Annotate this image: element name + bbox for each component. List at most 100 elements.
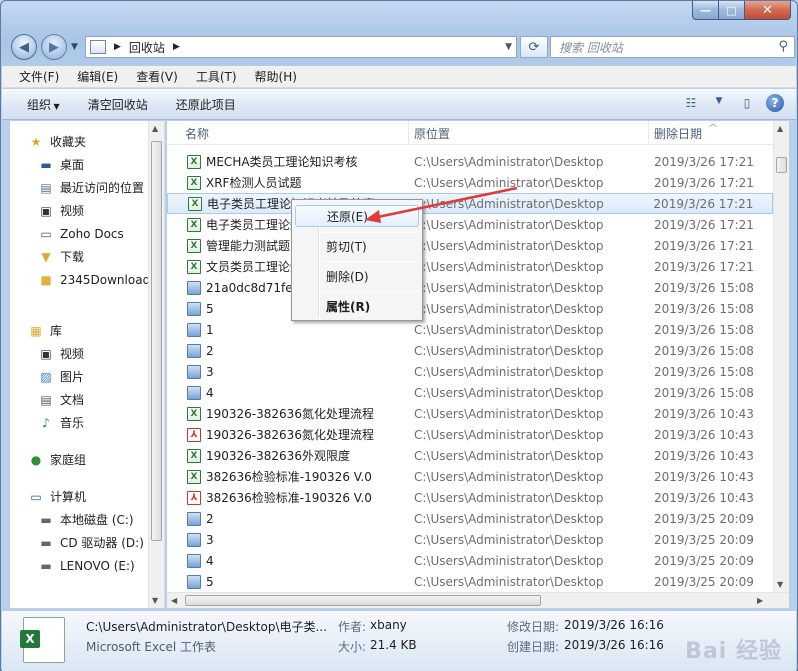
file-row[interactable]: X 电子类员工理论知识考核 C:\Users\Administrator\Deskt…	[167, 214, 773, 235]
minimize-button[interactable]: —	[692, 1, 719, 20]
file-row[interactable]: ⅄ 190326-382636氮化处理流程 C:\Users\Administrat…	[167, 424, 773, 445]
detail-author[interactable]: xbany	[370, 618, 407, 632]
close-button[interactable]: ✕	[745, 1, 791, 20]
horizontal-scroll-thumb[interactable]	[185, 595, 541, 606]
sidebar-scroll-thumb[interactable]	[151, 141, 162, 541]
file-row[interactable]: 21a0dc8d71fe9 C:\Users\Administrator\Desk…	[167, 277, 773, 298]
address-bar[interactable]: ▶ 回收站 ▶ ▼	[85, 36, 517, 58]
sidebar-item-drive-c[interactable]: ▬ 本地磁盘 (C:)	[10, 508, 164, 531]
forward-button[interactable]: ▶	[41, 34, 67, 60]
breadcrumb-chevron-icon[interactable]: ▶	[114, 42, 121, 52]
sidebar-homegroup[interactable]: ● 家庭组	[10, 448, 164, 471]
file-row[interactable]: 2 C:\Users\Administrator\Desktop 2019/3/25…	[167, 508, 773, 529]
file-name-cell[interactable]: X 382636检验标准-190326 V.0	[167, 468, 409, 485]
vertical-scroll-thumb[interactable]	[776, 157, 787, 173]
sidebar-item-downloads[interactable]: ▼ 下载	[10, 245, 164, 268]
file-row[interactable]: ⅄ 382636检验标准-190326 V.0 C:\Users\Administr…	[167, 487, 773, 508]
sidebar-item-lib-videos[interactable]: ▣ 视频	[10, 342, 164, 365]
file-name-cell[interactable]: 4	[167, 553, 409, 568]
breadcrumb-recycle-bin[interactable]: 回收站	[129, 39, 165, 56]
sidebar-item-drive-e[interactable]: ▬ LENOVO (E:)	[10, 554, 164, 577]
preview-pane-icon[interactable]: ▯	[738, 96, 756, 110]
sidebar-item-videos[interactable]: ▣ 视频	[10, 199, 164, 222]
column-location[interactable]: 原位置	[409, 121, 649, 145]
context-delete[interactable]: 删除(D)	[295, 265, 419, 287]
file-name-cell[interactable]: ⅄ 382636检验标准-190326 V.0	[167, 489, 409, 506]
refresh-button[interactable]: ⟳	[520, 36, 548, 58]
file-row[interactable]: 3 C:\Users\Administrator\Desktop 2019/3/25…	[167, 529, 773, 550]
file-row[interactable]: X MECHA类员工理论知识考核 C:\Users\Administrator\De…	[167, 151, 773, 172]
file-row[interactable]: X 190326-382636外观限度 C:\Users\Administrator…	[167, 445, 773, 466]
file-row[interactable]: 5 C:\Users\Administrator\Desktop 2019/3/26…	[167, 298, 773, 319]
menu-help[interactable]: 帮助(H)	[246, 68, 306, 85]
file-name-cell[interactable]: 2	[167, 511, 409, 526]
file-name-cell[interactable]: X 190326-382636外观限度	[167, 447, 409, 464]
file-name-cell[interactable]: X 190326-382636氮化处理流程	[167, 405, 409, 422]
sidebar-item-recent[interactable]: ▤ 最近访问的位置	[10, 176, 164, 199]
file-name-cell[interactable]: 4	[167, 385, 409, 400]
file-name-cell[interactable]: X MECHA类员工理论知识考核	[167, 153, 409, 170]
file-row[interactable]: X 190326-382636氮化处理流程 C:\Users\Administrat…	[167, 403, 773, 424]
file-row[interactable]: X XRF检测人员试题 C:\Users\Administrator\Desktop…	[167, 172, 773, 193]
back-button[interactable]: ◀	[11, 34, 37, 60]
scroll-up-icon[interactable]: ▲	[777, 124, 783, 133]
restore-item-button[interactable]: 还原此项目	[162, 96, 250, 113]
file-row[interactable]: X 文员类员工理论知识考核 C:\Users\Administrator\Deskt…	[167, 256, 773, 277]
column-date-deleted[interactable]: ︿ 删除日期	[649, 121, 773, 145]
scroll-down-icon[interactable]: ▼	[777, 580, 783, 589]
file-name-cell[interactable]: ⅄ 190326-382636氮化处理流程	[167, 426, 409, 443]
context-restore[interactable]: 还原(E)	[295, 205, 419, 227]
file-row[interactable]: X电子类员工理论知识考核及答案C:\Users\Administrator\De…	[167, 193, 773, 214]
file-row[interactable]: 2 C:\Users\Administrator\Desktop 2019/3/26…	[167, 340, 773, 361]
file-name-cell[interactable]: 2	[167, 343, 409, 358]
file-row[interactable]: 5 C:\Users\Administrator\Desktop 2019/3/25…	[167, 571, 773, 592]
recent-pages-dropdown[interactable]: ▼	[71, 42, 78, 52]
file-location-cell: C:\Users\Administrator\Desktop	[414, 490, 604, 505]
sidebar-item-drive-d[interactable]: ▬ CD 驱动器 (D:)	[10, 531, 164, 554]
file-list-vertical-scrollbar[interactable]: ▲ ▼	[773, 121, 789, 592]
sidebar-favorites[interactable]: ★ 收藏夹	[10, 130, 164, 153]
empty-recycle-bin-button[interactable]: 清空回收站	[74, 96, 162, 113]
sidebar-item-pictures[interactable]: ▨ 图片	[10, 365, 164, 388]
file-name-cell[interactable]: 3	[167, 532, 409, 547]
menu-file[interactable]: 文件(F)	[2, 68, 68, 85]
file-name-cell[interactable]: 5	[167, 574, 409, 589]
menu-tools[interactable]: 工具(T)	[187, 68, 246, 85]
search-icon[interactable]: ⚲	[778, 39, 788, 54]
file-name-cell[interactable]: 3	[167, 364, 409, 379]
scroll-right-icon[interactable]: ▶	[757, 596, 763, 605]
change-view-icon[interactable]: ☷	[682, 96, 700, 110]
file-row[interactable]: 3 C:\Users\Administrator\Desktop 2019/3/26…	[167, 361, 773, 382]
breadcrumb-chevron-icon[interactable]: ▶	[173, 42, 180, 52]
sidebar-item-desktop[interactable]: ▬ 桌面	[10, 153, 164, 176]
file-row[interactable]: 4 C:\Users\Administrator\Desktop 2019/3/25…	[167, 550, 773, 571]
file-name-cell[interactable]: X XRF检测人员试题	[167, 174, 409, 191]
scroll-left-icon[interactable]: ◀	[171, 596, 177, 605]
sidebar-libraries[interactable]: ▦ 库	[10, 319, 164, 342]
help-icon[interactable]: ?	[766, 94, 784, 112]
context-cut[interactable]: 剪切(T)	[295, 235, 419, 257]
search-input[interactable]: 搜索 回收站 ⚲	[550, 36, 795, 58]
file-row[interactable]: X 管理能力测試题 C:\Users\Administrator\Desktop 20…	[167, 235, 773, 256]
file-list-horizontal-scrollbar[interactable]: ◀ ▶	[167, 592, 789, 608]
sidebar-item-2345download[interactable]: ■ 2345Download	[10, 268, 164, 291]
file-row[interactable]: X 382636检验标准-190326 V.0 C:\Users\Administr…	[167, 466, 773, 487]
organize-button[interactable]: 组织	[2, 96, 74, 113]
view-dropdown-icon[interactable]: ▼	[710, 96, 728, 110]
maximize-button[interactable]: □	[719, 1, 745, 20]
context-properties[interactable]: 属性(R)	[295, 295, 419, 317]
address-dropdown-icon[interactable]: ▼	[505, 42, 512, 52]
file-row[interactable]: 4 C:\Users\Administrator\Desktop 2019/3/26…	[167, 382, 773, 403]
column-name[interactable]: 名称	[167, 121, 409, 145]
file-row[interactable]: 1 C:\Users\Administrator\Desktop 2019/3/26…	[167, 319, 773, 340]
scroll-down-icon[interactable]: ▼	[152, 596, 158, 605]
sidebar-item-documents[interactable]: ▤ 文档	[10, 388, 164, 411]
file-name-cell[interactable]: 1	[167, 322, 409, 337]
menu-edit[interactable]: 编辑(E)	[68, 68, 127, 85]
sidebar-item-music[interactable]: ♪ 音乐	[10, 411, 164, 434]
scroll-up-icon[interactable]: ▲	[152, 124, 158, 133]
sidebar-item-zoho-docs[interactable]: ▭ Zoho Docs	[10, 222, 164, 245]
sidebar-scrollbar[interactable]: ▲ ▼	[148, 121, 164, 608]
menu-view[interactable]: 查看(V)	[127, 68, 187, 85]
sidebar-computer[interactable]: ▭ 计算机	[10, 485, 164, 508]
